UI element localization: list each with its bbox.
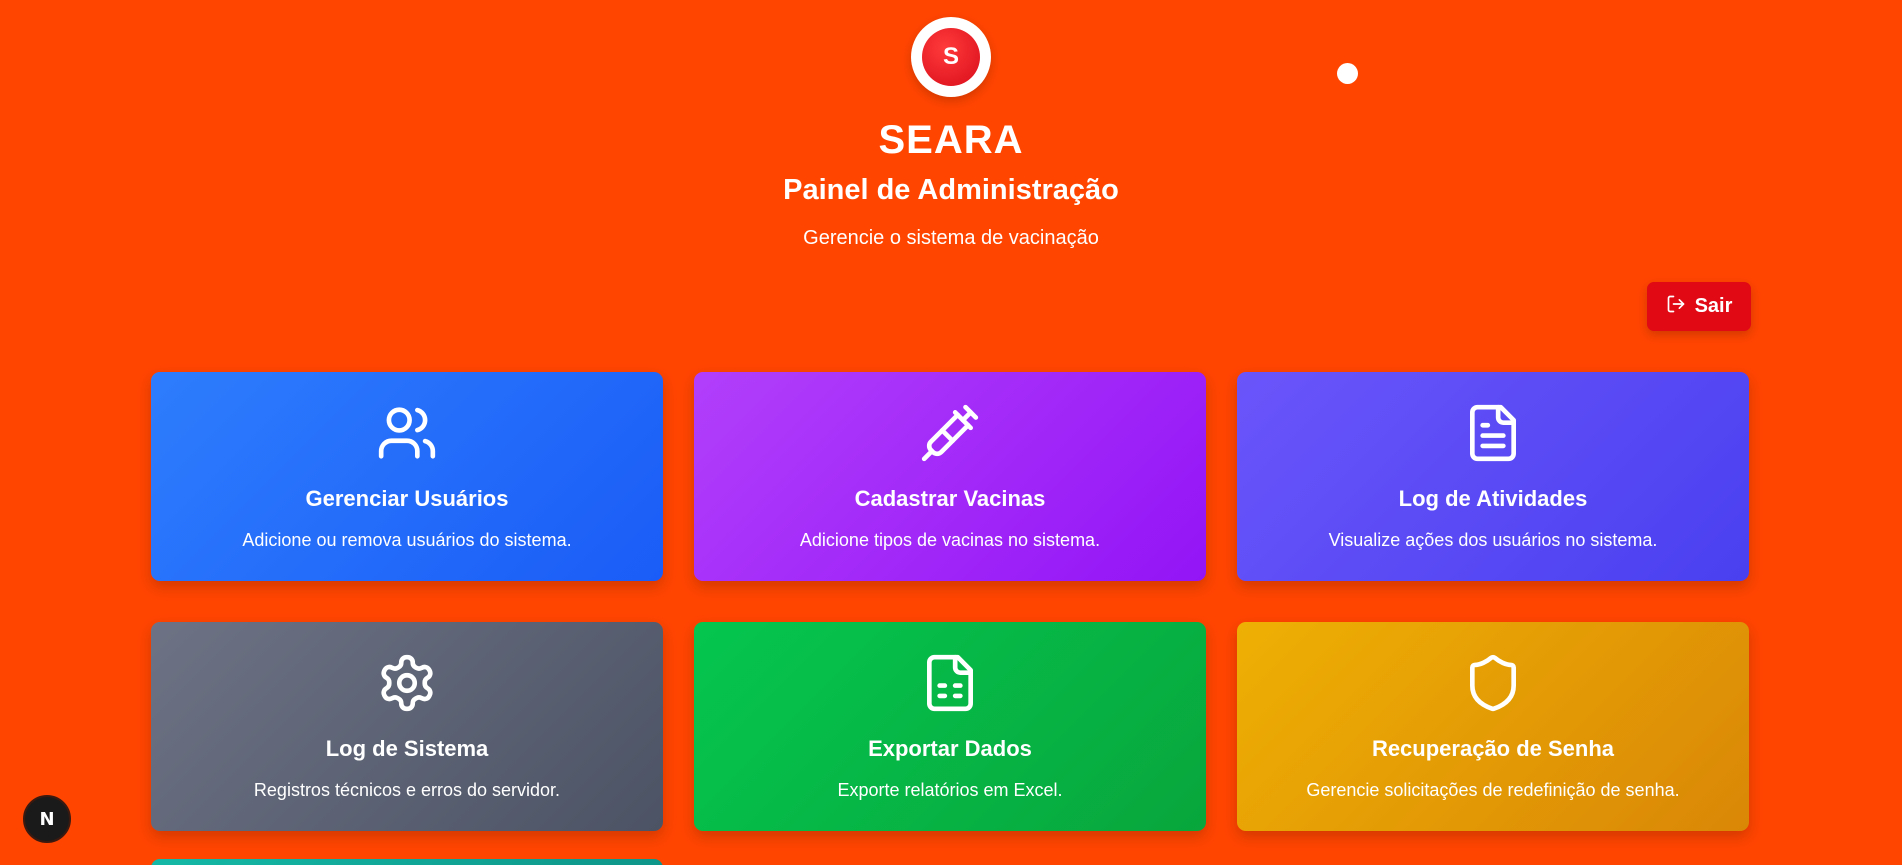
card-title: Exportar Dados — [868, 736, 1032, 761]
spreadsheet-icon — [919, 652, 981, 714]
decorative-dot — [1337, 63, 1358, 84]
card-description: Gerencie solicitações de redefinição de … — [1306, 780, 1680, 800]
card-password-recovery[interactable]: Recuperação de Senha Gerencie solicitaçõ… — [1237, 622, 1749, 831]
card-activity-log[interactable]: Log de Atividades Visualize ações dos us… — [1237, 372, 1749, 581]
card-partial[interactable] — [151, 859, 663, 865]
card-description: Visualize ações dos usuários no sistema. — [1328, 530, 1658, 550]
users-icon — [376, 402, 438, 464]
page-title: Painel de Administração — [783, 174, 1119, 206]
syringe-icon — [919, 402, 981, 464]
logout-label: Sair — [1694, 295, 1733, 317]
dev-badge-letter: N — [39, 808, 55, 830]
logout-icon — [1666, 294, 1686, 320]
card-title: Log de Sistema — [325, 736, 489, 761]
card-title: Log de Atividades — [1398, 486, 1588, 511]
shield-icon — [1462, 652, 1524, 714]
card-description: Registros técnicos e erros do servidor. — [253, 780, 561, 800]
card-register-vaccines[interactable]: Cadastrar Vacinas Adicione tipos de vaci… — [694, 372, 1206, 581]
page-subtitle: Gerencie o sistema de vacinação — [803, 227, 1099, 249]
card-system-log[interactable]: Log de Sistema Registros técnicos e erro… — [151, 622, 663, 831]
card-manage-users[interactable]: Gerenciar Usuários Adicione ou remova us… — [151, 372, 663, 581]
card-title: Recuperação de Senha — [1371, 736, 1615, 761]
seara-logo: S — [911, 17, 991, 97]
card-title: Gerenciar Usuários — [305, 486, 509, 511]
gear-icon — [376, 652, 438, 714]
admin-dashboard: S SEARA Painel de Administração Gerencie… — [0, 0, 1902, 865]
logo-letter: S — [922, 28, 980, 86]
card-description: Adicione tipos de vacinas no sistema. — [799, 530, 1101, 550]
card-export-data[interactable]: Exportar Dados Exporte relatórios em Exc… — [694, 622, 1206, 831]
logout-button[interactable]: Sair — [1647, 282, 1751, 331]
card-title: Cadastrar Vacinas — [854, 486, 1046, 511]
card-description: Adicione ou remova usuários do sistema. — [242, 530, 572, 550]
dev-tools-badge[interactable]: N — [23, 795, 71, 843]
card-description: Exporte relatórios em Excel. — [837, 780, 1063, 800]
file-text-icon — [1462, 402, 1524, 464]
brand-name: SEARA — [878, 118, 1024, 162]
